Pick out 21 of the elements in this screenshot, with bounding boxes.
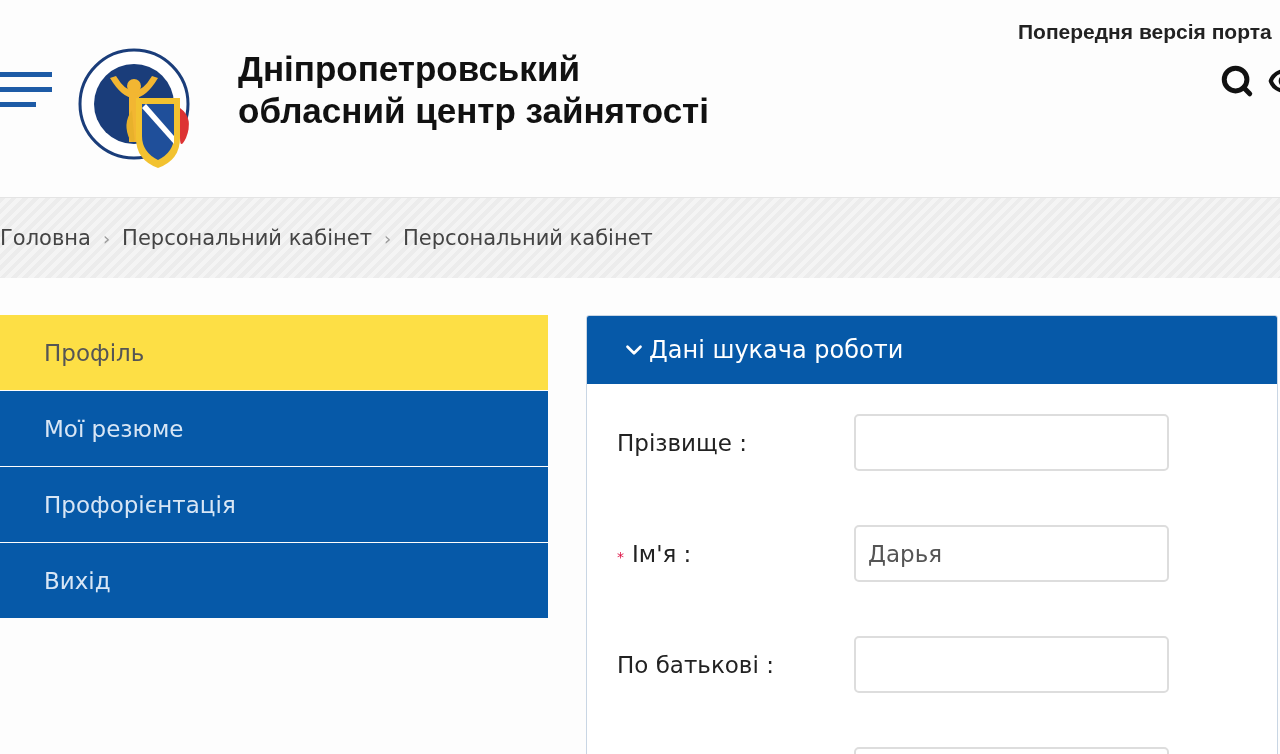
previous-version-link[interactable]: Попередня версія порта <box>1018 20 1272 44</box>
breadcrumb-link[interactable]: Персональний кабінет <box>403 226 653 250</box>
sidebar-item[interactable]: Профорієнтація <box>0 467 548 542</box>
input-field[interactable]: Дарья <box>854 525 1169 582</box>
search-icon[interactable] <box>1220 64 1254 98</box>
breadcrumb-separator: › <box>102 227 111 249</box>
breadcrumb-link[interactable]: Персональний кабінет <box>122 226 372 250</box>
sidebar-item[interactable]: Профіль <box>0 315 548 390</box>
sidebar-item[interactable]: Мої резюме <box>0 391 548 466</box>
menu-icon[interactable] <box>0 70 52 110</box>
site-title: обласний центр зайнятості <box>238 90 709 132</box>
field-label: * Ім'я : <box>617 540 693 567</box>
section-header[interactable]: Дані шукача роботи <box>587 316 1277 384</box>
input-field[interactable] <box>854 414 1169 471</box>
breadcrumb-link[interactable]: Головна <box>0 226 91 250</box>
breadcrumb-separator: › <box>383 227 392 249</box>
site-title: Дніпропетровський <box>238 48 581 90</box>
input-field[interactable] <box>854 636 1169 693</box>
field-label: Прізвище : <box>617 429 748 456</box>
field-label: По батькові : <box>617 651 775 678</box>
sidebar-item[interactable]: Вихід <box>0 543 548 618</box>
